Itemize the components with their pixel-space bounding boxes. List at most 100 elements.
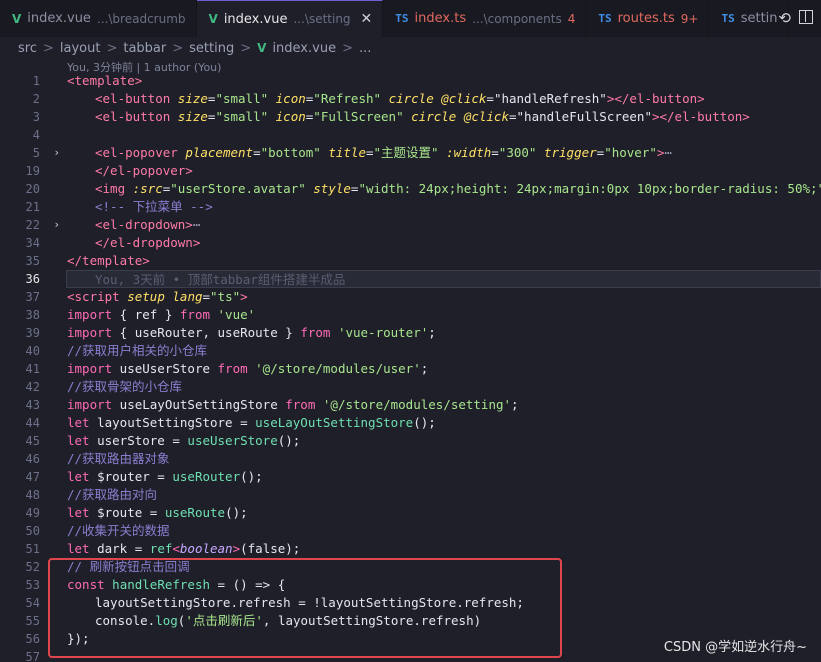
code-line[interactable]: console.log('点击刷新后', layoutSettingStore.…: [67, 612, 821, 630]
code-token: </el-dropdown>: [95, 235, 201, 250]
code-token: </template>: [67, 253, 150, 268]
code-token: circle: [411, 109, 457, 124]
code-token: ();: [225, 505, 248, 520]
code-token: '@/store/modules/user': [255, 361, 421, 376]
code-line[interactable]: <template>: [67, 72, 821, 90]
close-tab-icon[interactable]: ✕: [361, 11, 373, 27]
line-number-gutter: 1 2 3 4 5 › 19 20 21 22 › 34 35 36 37 38 39 40 41 42 43 44 45 4…: [0, 72, 60, 662]
code-token: >: [240, 289, 248, 304]
tab-setting-index-vue[interactable]: V index.vue ...\setting ✕: [196, 0, 384, 37]
code-line[interactable]: // 刷新按钮点击回调: [67, 558, 821, 576]
code-line[interactable]: <el-dropdown>⋯: [67, 216, 821, 234]
fold-chevron-icon[interactable]: ›: [53, 144, 60, 162]
line-number: 40: [25, 344, 40, 358]
code-token: "Refresh": [313, 91, 382, 106]
code-token: //获取路由对向: [67, 487, 158, 502]
line-number: 19: [25, 164, 40, 178]
code-line[interactable]: </el-popover>: [67, 162, 821, 180]
breadcrumb-item[interactable]: tabbar: [123, 41, 166, 56]
code-token: //获取骨架的小仓库: [67, 379, 183, 394]
code-token: = () => {: [210, 577, 286, 592]
code-token: size: [177, 91, 208, 106]
breadcrumb-symbol[interactable]: ...: [359, 41, 371, 56]
code-token: icon: [275, 109, 306, 124]
code-line[interactable]: <el-button size="small" icon="FullScreen…: [67, 108, 821, 126]
code-line[interactable]: <el-popover placement="bottom" title="主题…: [67, 144, 821, 162]
code-token: lang: [172, 289, 203, 304]
code-line[interactable]: let layoutSettingStore = useLayOutSettin…: [67, 414, 821, 432]
code-token: const: [67, 577, 105, 592]
tab-index-ts[interactable]: TS index.ts ...\components 4: [383, 0, 587, 37]
chevron-right-icon: >: [42, 40, 54, 56]
tab-routes-ts[interactable]: TS routes.ts 9+: [586, 0, 710, 37]
code-line[interactable]: <script setup lang="ts">: [67, 288, 821, 306]
breadcrumb-file[interactable]: index.vue: [272, 41, 336, 56]
breadcrumb-item[interactable]: src: [18, 41, 37, 56]
code-line[interactable]: <el-button size="small" icon="Refresh" c…: [67, 90, 821, 108]
tab-label: index.vue: [223, 11, 288, 27]
code-line[interactable]: let userStore = useUserStore();: [67, 432, 821, 450]
code-token: "handleFullScreen": [516, 109, 652, 124]
code-token: icon: [275, 91, 306, 106]
code-line[interactable]: let $route = useRoute();: [67, 504, 821, 522]
current-line[interactable]: You, 3天前 • 顶部tabbar组件搭建半成品: [66, 270, 821, 288]
tab-breadcrumb-index-vue[interactable]: V index.vue ...\breadcrumb: [0, 0, 197, 37]
ts-file-icon: TS: [395, 12, 409, 25]
code-line[interactable]: //获取骨架的小仓库: [67, 378, 821, 396]
code-token: <el-button: [95, 91, 171, 106]
code-line[interactable]: let $router = useRouter();: [67, 468, 821, 486]
breadcrumb-item[interactable]: setting: [189, 41, 234, 56]
tab-label: index.vue: [27, 11, 91, 26]
code-token: ref: [149, 541, 173, 556]
code-line[interactable]: <img :src="userStore.avatar" style="widt…: [67, 180, 821, 198]
code-line[interactable]: //获取路由器对象: [67, 450, 821, 468]
code-token: // 刷新按钮点击回调: [67, 559, 190, 574]
code-token: "ts": [210, 289, 241, 304]
code-line[interactable]: //收集开关的数据: [67, 522, 821, 540]
code-line[interactable]: import { useRouter, useRoute } from 'vue…: [67, 324, 821, 342]
code-token: </el-popover>: [95, 163, 193, 178]
code-line[interactable]: </template>: [67, 252, 821, 270]
line-number: 56: [25, 632, 40, 646]
code-line[interactable]: let dark = ref<boolean>(false);: [67, 540, 821, 558]
split-editor-icon[interactable]: [799, 10, 813, 24]
code-token: "width: 24px;height: 24px;margin:0px 10p…: [358, 181, 821, 196]
tab-label: index.ts: [414, 11, 467, 26]
code-editor[interactable]: <template> <el-button size="small" icon=…: [66, 72, 821, 662]
code-token: console.: [95, 613, 156, 628]
code-token: import: [67, 307, 113, 322]
code-token: from: [300, 325, 331, 340]
code-line[interactable]: const handleRefresh = () => {: [67, 576, 821, 594]
code-token: //获取路由器对象: [67, 451, 170, 466]
code-token: ;: [511, 397, 519, 412]
code-line[interactable]: layoutSettingStore.refresh = !layoutSett…: [67, 594, 821, 612]
code-line[interactable]: //获取用户相关的小仓库: [67, 342, 821, 360]
code-token: 'vue-router': [337, 325, 429, 340]
line-number: 54: [25, 596, 40, 610]
timeline-history-icon[interactable]: ⟲: [778, 9, 791, 27]
code-token: , layoutSettingStore.refresh): [262, 613, 482, 628]
code-line[interactable]: import { ref } from 'vue': [67, 306, 821, 324]
code-token: <!-- 下拉菜单 -->: [95, 199, 213, 214]
tab-path-hint: ...\setting: [293, 12, 351, 26]
code-token: ⋯: [664, 145, 672, 160]
code-line[interactable]: <!-- 下拉菜单 -->: [67, 198, 821, 216]
code-line[interactable]: [67, 126, 821, 144]
code-token: useLayOutSettingStore: [255, 415, 414, 430]
code-token: <img: [95, 181, 126, 196]
code-token: { useRouter, useRoute }: [112, 325, 301, 340]
code-token: let: [67, 541, 90, 556]
editor-tab-bar: V index.vue ...\breadcrumb V index.vue .…: [0, 0, 821, 37]
line-number: 48: [25, 488, 40, 502]
breadcrumb-item[interactable]: layout: [60, 41, 101, 56]
code-line[interactable]: //获取路由对向: [67, 486, 821, 504]
code-line[interactable]: import useLayOutSettingStore from '@/sto…: [67, 396, 821, 414]
code-line[interactable]: </el-dropdown>: [67, 234, 821, 252]
code-token: useRouter: [172, 469, 241, 484]
code-line[interactable]: import useUserStore from '@/store/module…: [67, 360, 821, 378]
tab-setting-ts[interactable]: TS settin: [709, 0, 789, 37]
fold-chevron-icon[interactable]: ›: [53, 216, 60, 234]
code-token: ⋯: [192, 217, 201, 232]
code-token: dark =: [89, 541, 150, 556]
code-token: :src: [132, 181, 163, 196]
